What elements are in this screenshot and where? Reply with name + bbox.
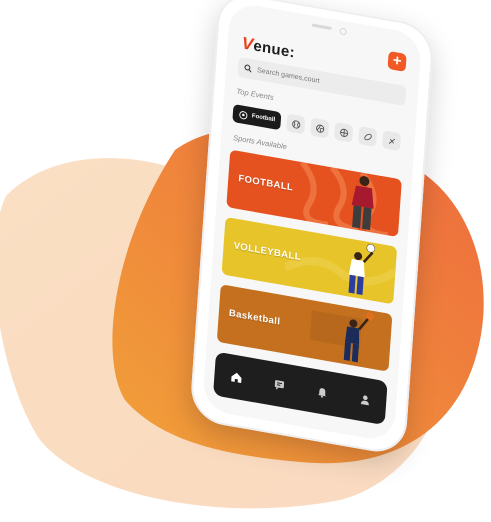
chip-tennis[interactable]: [286, 113, 306, 135]
phone-camera: [339, 27, 347, 36]
chip-basketball[interactable]: [334, 121, 354, 143]
basketball-player-image: [343, 312, 375, 363]
chip-football[interactable]: Football: [232, 104, 282, 131]
logo-text: enue:: [252, 37, 296, 62]
chip-football-label: Football: [251, 113, 276, 124]
bell-icon[interactable]: [315, 385, 328, 399]
search-placeholder: Search games,court: [256, 66, 320, 85]
top-events-heading: Top Events: [236, 86, 274, 102]
chip-volleyball[interactable]: [310, 117, 330, 139]
phone-speaker: [311, 23, 332, 30]
search-icon: [244, 64, 252, 73]
home-icon[interactable]: [230, 370, 243, 384]
volleyball-player-image: [348, 244, 376, 295]
chip-rugby[interactable]: [358, 126, 378, 148]
football-player-image: [351, 176, 374, 231]
add-button[interactable]: +: [387, 50, 407, 72]
volleyball-icon: [315, 124, 325, 133]
tennis-ball-icon: [292, 119, 301, 129]
shuttlecock-icon: [388, 138, 396, 144]
rugby-ball-icon: [364, 133, 372, 140]
sports-available-heading: Sports Available: [232, 133, 288, 152]
football-icon: [239, 110, 248, 119]
chat-icon[interactable]: [272, 378, 285, 392]
app-screen: Venue: + Search games,court Top Events F…: [201, 1, 423, 443]
chip-badminton[interactable]: [382, 130, 402, 152]
phone-mockup: Venue: + Search games,court Top Events F…: [189, 0, 435, 457]
basketball-icon: [339, 128, 349, 137]
card-title-football: FOOTBALL: [237, 173, 294, 194]
card-title-basketball: Basketball: [228, 307, 281, 328]
profile-icon[interactable]: [358, 393, 371, 407]
